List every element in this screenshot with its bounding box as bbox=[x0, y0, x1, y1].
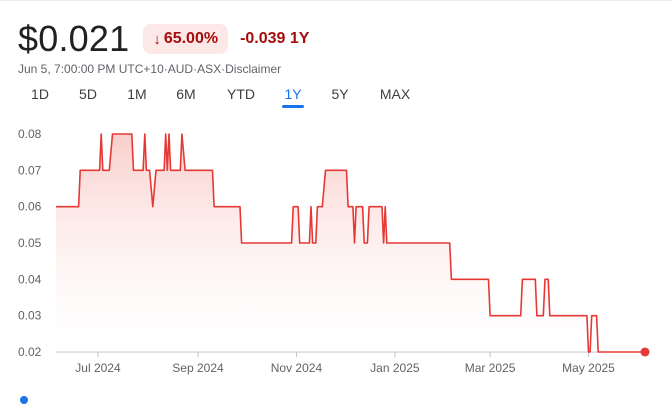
x-tick-label: Mar 2025 bbox=[465, 361, 516, 375]
y-tick-label: 0.02 bbox=[18, 345, 42, 359]
x-tick-label: Jan 2025 bbox=[370, 361, 420, 375]
price-chart[interactable]: 0.08 0.07 0.06 0.05 0.04 0.03 0.02 Jul 2024 Sep … bbox=[0, 0, 672, 400]
x-tick-label: Jul 2024 bbox=[75, 361, 121, 375]
price-area-fill bbox=[56, 134, 645, 352]
x-tick-label: May 2025 bbox=[562, 361, 615, 375]
status-dot bbox=[20, 396, 28, 404]
y-tick-label: 0.03 bbox=[18, 309, 42, 323]
y-tick-label: 0.05 bbox=[18, 236, 42, 250]
y-tick-label: 0.06 bbox=[18, 200, 42, 214]
x-tick-label: Nov 2024 bbox=[271, 361, 323, 375]
y-tick-label: 0.08 bbox=[18, 127, 42, 141]
y-tick-label: 0.04 bbox=[18, 272, 42, 286]
y-tick-label: 0.07 bbox=[18, 163, 42, 177]
x-tick-label: Sep 2024 bbox=[172, 361, 224, 375]
last-price-marker bbox=[640, 347, 650, 357]
